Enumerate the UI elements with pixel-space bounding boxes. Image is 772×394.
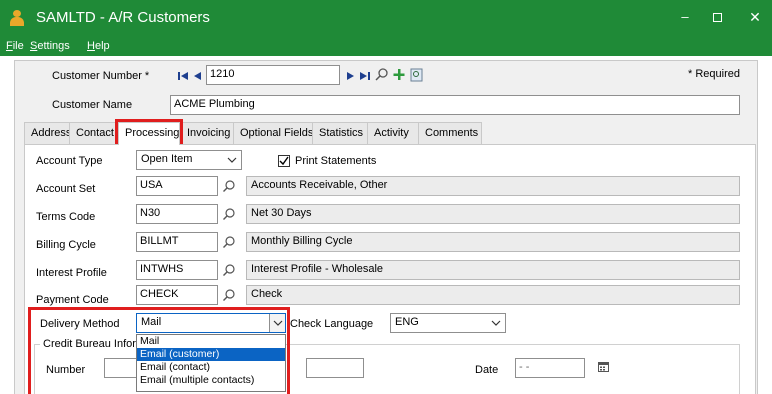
chevron-down-icon bbox=[227, 157, 237, 163]
app-person-icon bbox=[10, 10, 24, 26]
finder-button[interactable] bbox=[374, 67, 390, 83]
billing-cycle-search-icon[interactable] bbox=[222, 235, 236, 249]
interest-profile-description: Interest Profile - Wholesale bbox=[246, 260, 740, 280]
option-email-customer[interactable]: Email (customer) bbox=[137, 348, 285, 361]
close-button[interactable]: ✕ bbox=[740, 6, 770, 28]
payment-code-search-icon[interactable] bbox=[222, 288, 236, 302]
checkmark-icon bbox=[279, 156, 289, 166]
last-record-button[interactable] bbox=[358, 68, 372, 84]
billing-cycle-description: Monthly Billing Cycle bbox=[246, 232, 740, 252]
search-icon bbox=[375, 68, 388, 81]
maximize-icon bbox=[712, 13, 722, 23]
menu-help[interactable]: Help bbox=[87, 40, 110, 52]
delivery-method-dropdown-button[interactable] bbox=[269, 314, 285, 332]
option-email-multiple-contacts[interactable]: Email (multiple contacts) bbox=[137, 374, 285, 387]
next-icon bbox=[347, 72, 354, 80]
maximize-button[interactable] bbox=[702, 6, 732, 28]
chevron-down-icon bbox=[273, 320, 283, 326]
interest-profile-search-icon[interactable] bbox=[222, 263, 236, 277]
credit-bureau-date-input[interactable]: - - bbox=[515, 358, 585, 378]
tab-statistics[interactable]: Statistics bbox=[312, 122, 368, 144]
payment-code-description: Check bbox=[246, 285, 740, 305]
window-title: SAMLTD - A/R Customers bbox=[36, 9, 210, 26]
plus-icon bbox=[393, 69, 405, 80]
print-statements-label: Print Statements bbox=[295, 155, 377, 167]
billing-cycle-input[interactable]: BILLMT bbox=[136, 232, 218, 252]
check-language-value: ENG bbox=[395, 316, 419, 328]
option-mail[interactable]: Mail bbox=[137, 335, 285, 348]
customer-number-input[interactable]: 1210 bbox=[206, 65, 340, 85]
interest-profile-label: Interest Profile bbox=[36, 267, 107, 279]
tab-comments[interactable]: Comments bbox=[418, 122, 482, 144]
option-email-contact[interactable]: Email (contact) bbox=[137, 361, 285, 374]
previous-icon bbox=[194, 72, 201, 80]
menu-settings[interactable]: Settings bbox=[30, 40, 70, 52]
account-set-search-icon[interactable] bbox=[222, 179, 236, 193]
customer-number-label: Customer Number * bbox=[52, 70, 150, 82]
delivery-method-label: Delivery Method bbox=[40, 318, 120, 330]
delivery-method-value: Mail bbox=[141, 316, 162, 328]
tab-optional-fields[interactable]: Optional Fields bbox=[233, 122, 313, 144]
chevron-down-icon bbox=[491, 320, 501, 326]
credit-bureau-extra-input[interactable] bbox=[306, 358, 364, 378]
account-type-value: Open Item bbox=[141, 153, 193, 165]
tab-processing[interactable]: Processing bbox=[118, 122, 180, 145]
required-note: * Required bbox=[688, 68, 740, 80]
billing-cycle-label: Billing Cycle bbox=[36, 239, 96, 251]
account-type-select[interactable]: Open Item bbox=[136, 150, 242, 170]
zoom-document-icon bbox=[410, 68, 423, 82]
tab-address[interactable]: Address bbox=[24, 122, 71, 144]
credit-bureau-date-label: Date bbox=[475, 364, 499, 376]
print-statements-checkbox[interactable] bbox=[278, 155, 290, 167]
terms-code-description: Net 30 Days bbox=[246, 204, 740, 224]
last-icon bbox=[360, 72, 370, 80]
customer-name-label: Customer Name bbox=[52, 99, 133, 111]
account-set-input[interactable]: USA bbox=[136, 176, 218, 196]
interest-profile-input[interactable]: INTWHS bbox=[136, 260, 218, 280]
new-record-button[interactable] bbox=[392, 67, 406, 83]
account-type-label: Account Type bbox=[36, 155, 103, 167]
tab-activity[interactable]: Activity bbox=[367, 122, 419, 144]
next-record-button[interactable] bbox=[344, 68, 356, 84]
tab-invoicing[interactable]: Invoicing bbox=[180, 122, 234, 144]
delivery-method-select[interactable]: Mail bbox=[136, 313, 286, 333]
menu-bar: File Settings Help bbox=[0, 36, 772, 56]
minimize-button[interactable]: – bbox=[670, 6, 700, 28]
first-icon bbox=[178, 72, 188, 80]
payment-code-input[interactable]: CHECK bbox=[136, 285, 218, 305]
terms-code-label: Terms Code bbox=[36, 211, 96, 223]
customer-name-input[interactable]: ACME Plumbing bbox=[170, 95, 740, 115]
previous-record-button[interactable] bbox=[192, 68, 204, 84]
check-language-label: Check Language bbox=[290, 318, 374, 330]
title-bar: SAMLTD - A/R Customers – ✕ bbox=[0, 0, 772, 36]
first-record-button[interactable] bbox=[176, 68, 190, 84]
zoom-button[interactable] bbox=[410, 67, 424, 83]
credit-bureau-number-label: Number bbox=[46, 364, 86, 376]
tab-contact[interactable]: Contact bbox=[69, 122, 117, 144]
terms-code-search-icon[interactable] bbox=[222, 207, 236, 221]
account-set-description: Accounts Receivable, Other bbox=[246, 176, 740, 196]
calendar-icon[interactable] bbox=[598, 361, 610, 373]
menu-file[interactable]: File bbox=[6, 40, 24, 52]
terms-code-input[interactable]: N30 bbox=[136, 204, 218, 224]
account-set-label: Account Set bbox=[36, 183, 96, 195]
payment-code-label: Payment Code bbox=[36, 294, 109, 306]
check-language-select[interactable]: ENG bbox=[390, 313, 506, 333]
delivery-method-options: Mail Email (customer) Email (contact) Em… bbox=[136, 334, 286, 392]
